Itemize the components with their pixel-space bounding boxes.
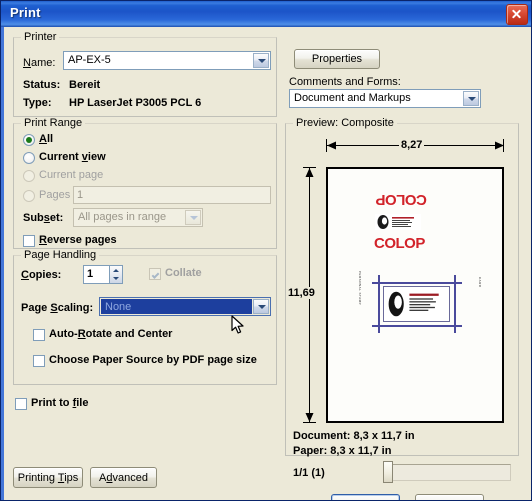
page-scaling-combo[interactable]: None bbox=[99, 297, 271, 316]
stepper-up-icon[interactable] bbox=[110, 266, 122, 275]
printer-type-value: HP LaserJet P3005 PCL 6 bbox=[69, 97, 202, 109]
printing-tips-button[interactable]: Printing Tips bbox=[13, 467, 83, 488]
cropmark-top bbox=[372, 282, 462, 284]
height-dimension-label: 11,69 bbox=[286, 287, 317, 299]
radio-all-label: All bbox=[39, 133, 54, 145]
height-dim-cap-bottom bbox=[303, 422, 316, 423]
comments-and-forms-label: Comments and Forms: bbox=[289, 76, 401, 88]
logo-top-flipped: COLOP bbox=[376, 191, 427, 208]
stepper-down-icon[interactable] bbox=[110, 275, 122, 284]
side-text-right: CARD bbox=[478, 277, 482, 288]
width-arrow-right-icon bbox=[495, 141, 504, 150]
copies-stepper[interactable] bbox=[109, 265, 123, 284]
page-handling-group-label: Page Handling bbox=[21, 249, 100, 261]
copies-input-value: 1 bbox=[87, 268, 94, 280]
pages-input-value: 1 bbox=[77, 189, 84, 201]
chevron-down-icon[interactable] bbox=[253, 53, 269, 68]
preview-group-label: Preview: Composite bbox=[293, 117, 397, 129]
auto-rotate-checkbox[interactable] bbox=[33, 329, 45, 341]
business-card-art bbox=[384, 287, 449, 321]
reverse-pages-checkbox[interactable] bbox=[23, 235, 35, 247]
cancel-button[interactable]: Cancel bbox=[415, 494, 484, 500]
properties-button-label: Properties bbox=[311, 53, 363, 65]
subset-combo: All pages in range bbox=[73, 208, 203, 227]
printer-status-value: Bereit bbox=[69, 79, 101, 91]
left-accent-bar bbox=[1, 27, 4, 500]
height-arrow-down-icon bbox=[305, 413, 314, 422]
radio-all[interactable] bbox=[23, 134, 35, 146]
pages-input: 1 bbox=[73, 186, 271, 204]
printing-tips-label: Printing Tips bbox=[17, 471, 79, 484]
business-card-thumb-top bbox=[375, 214, 421, 230]
advanced-button[interactable]: Advanced bbox=[90, 467, 157, 488]
chevron-down-icon[interactable] bbox=[463, 91, 479, 106]
dialog-client-area: Printer Name: AP-EX-5 Status: Bereit Typ… bbox=[1, 27, 531, 500]
page-counter: 1/1 (1) bbox=[293, 467, 325, 479]
radio-pages bbox=[23, 190, 35, 202]
page-slider-thumb[interactable] bbox=[383, 461, 393, 483]
radio-pages-label: Pages bbox=[39, 189, 71, 201]
print-dialog: Print Printer Name: AP-EX-5 Status: Bere… bbox=[0, 0, 532, 501]
collate-checkbox bbox=[149, 268, 161, 280]
collate-label: Collate bbox=[165, 267, 202, 279]
page-preview[interactable]: COLOP COLOP PERSONAL STAMP CARD bbox=[326, 167, 504, 423]
printer-type-label: Type: bbox=[23, 97, 52, 109]
radio-current-page-label: Current page bbox=[39, 169, 104, 181]
card-thumb-top-art bbox=[377, 215, 414, 229]
page-scaling-value: None bbox=[101, 299, 252, 314]
comments-and-forms-combo[interactable]: Document and Markups bbox=[289, 89, 481, 108]
print-range-group-label: Print Range bbox=[21, 117, 86, 129]
width-arrow-left-icon bbox=[327, 141, 336, 150]
radio-current-page bbox=[23, 170, 35, 182]
subset-value: All pages in range bbox=[78, 211, 167, 223]
chevron-down-icon[interactable] bbox=[253, 299, 269, 314]
printer-name-value: AP-EX-5 bbox=[68, 54, 111, 66]
paper-info: Paper: 8,3 x 11,7 in bbox=[293, 445, 392, 457]
properties-button[interactable]: Properties bbox=[294, 49, 380, 69]
close-icon[interactable] bbox=[506, 4, 528, 25]
logo-bottom: COLOP bbox=[374, 235, 425, 252]
printer-status-label: Status: bbox=[23, 79, 61, 91]
width-dimension-label: 8,27 bbox=[399, 139, 425, 151]
subset-label: Subset: bbox=[23, 212, 64, 224]
radio-current-view[interactable] bbox=[23, 152, 35, 164]
printer-name-combo[interactable]: AP-EX-5 bbox=[63, 51, 271, 70]
side-text-left: PERSONAL STAMP bbox=[358, 271, 362, 306]
printer-group-label: Printer bbox=[21, 31, 60, 43]
paper-source-checkbox[interactable] bbox=[33, 355, 45, 367]
auto-rotate-label: Auto-Rotate and Center bbox=[49, 328, 173, 340]
paper-source-label: Choose Paper Source by PDF page size bbox=[49, 354, 257, 366]
chevron-down-icon bbox=[185, 210, 201, 225]
radio-current-view-label: Current view bbox=[39, 151, 106, 163]
print-to-file-label: Print to file bbox=[31, 397, 89, 409]
window-title: Print bbox=[10, 5, 41, 20]
business-card-main bbox=[383, 286, 450, 322]
mouse-cursor-icon bbox=[231, 315, 244, 334]
comments-and-forms-value: Document and Markups bbox=[294, 92, 411, 104]
advanced-label: Advanced bbox=[99, 471, 148, 484]
copies-label: Copies: bbox=[21, 269, 62, 281]
page-scaling-label: Page Scaling: bbox=[21, 302, 94, 314]
cropmark-bottom bbox=[372, 325, 462, 327]
title-bar: Print bbox=[1, 1, 531, 28]
printer-name-label: Name: bbox=[23, 57, 56, 69]
ok-button[interactable]: OK bbox=[331, 494, 400, 500]
height-arrow-up-icon bbox=[305, 168, 314, 177]
page-slider-track[interactable] bbox=[385, 464, 511, 481]
document-info: Document: 8,3 x 11,7 in bbox=[293, 430, 415, 442]
print-to-file-checkbox[interactable] bbox=[15, 398, 27, 410]
reverse-pages-label: Reverse pages bbox=[39, 234, 117, 246]
